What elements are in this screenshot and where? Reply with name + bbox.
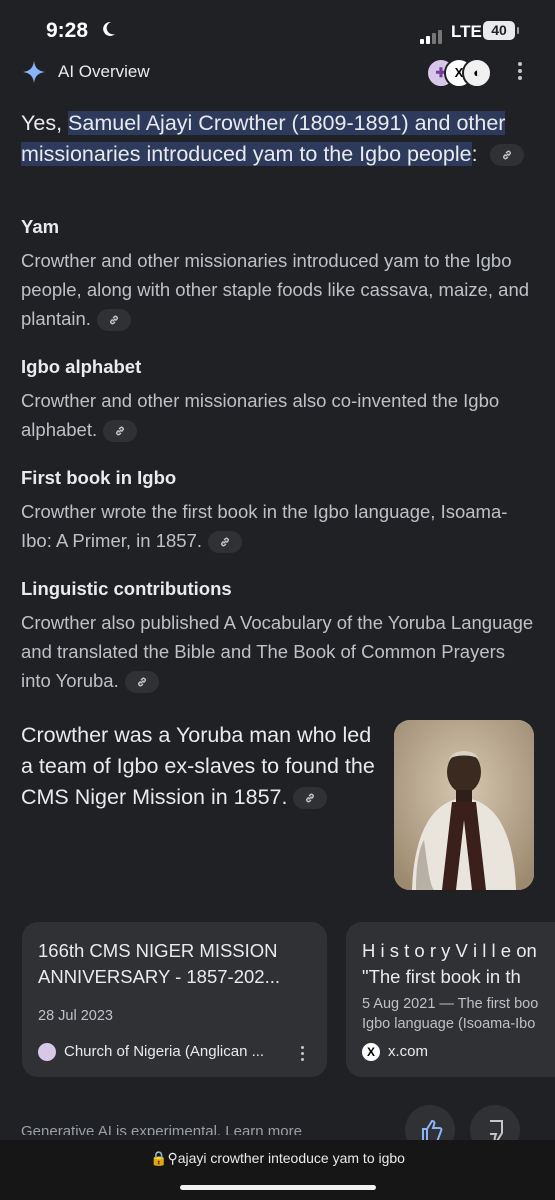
overview-intro: Yes, Samuel Ajayi Crowther (1809-1891) a… bbox=[21, 108, 536, 170]
link-icon[interactable] bbox=[103, 420, 138, 443]
clock: 9:28 bbox=[46, 19, 89, 42]
gemini-spark-icon bbox=[23, 61, 45, 83]
ai-overview-header: AI Overview ✚ X ◐ bbox=[22, 58, 537, 88]
section-body: Crowther wrote the first book in the Igb… bbox=[21, 497, 536, 555]
section-body: Crowther and other missionaries introduc… bbox=[21, 246, 536, 333]
more-vert-icon[interactable] bbox=[516, 62, 524, 82]
more-vert-icon[interactable] bbox=[301, 1046, 305, 1064]
moon-icon bbox=[103, 21, 115, 36]
link-icon[interactable] bbox=[489, 144, 524, 167]
link-icon[interactable] bbox=[293, 787, 328, 810]
x-favicon-icon: X bbox=[362, 1043, 380, 1062]
crowther-note: Crowther was a Yoruba man who led a team… bbox=[21, 723, 375, 810]
section-first-book: First book in Igbo Crowther wrote the fi… bbox=[21, 466, 536, 555]
card-title: H i s t o r y V i l l e on "The first boo… bbox=[362, 940, 537, 987]
section-body: Crowther and other missionaries also co-… bbox=[21, 386, 536, 444]
source-card[interactable]: 166th CMS NIGER MISSION ANNIVERSARY - 185… bbox=[22, 922, 327, 1077]
network-label: LTE bbox=[451, 22, 482, 41]
ai-overview-title: AI Overview bbox=[58, 62, 150, 81]
highlighted-answer: Samuel Ajayi Crowther (1809-1891) and ot… bbox=[21, 111, 506, 166]
address-bar[interactable]: 🔒⚲ajayi crowther inteoduce yam to igbo bbox=[0, 1150, 555, 1167]
link-icon[interactable] bbox=[96, 309, 131, 332]
church-favicon-icon bbox=[38, 1043, 56, 1062]
source-favicon-icon: ◐ bbox=[462, 58, 492, 88]
section-yam: Yam Crowther and other missionaries intr… bbox=[21, 215, 536, 333]
section-linguistic: Linguistic contributions Crowther also p… bbox=[21, 577, 536, 695]
section-igbo-alphabet: Igbo alphabet Crowther and other mission… bbox=[21, 355, 536, 444]
battery-icon: 40 bbox=[483, 21, 519, 40]
lock-icon: 🔒 bbox=[150, 1150, 168, 1166]
source-card[interactable]: H i s t o r y V i l l e on "The first boo… bbox=[346, 922, 555, 1077]
section-body: Crowther also published A Vocabulary of … bbox=[21, 608, 536, 695]
footer-note[interactable]: Generative AI is experimental. Learn mor… bbox=[21, 1123, 302, 1135]
section-heading: Linguistic contributions bbox=[21, 578, 232, 599]
home-indicator[interactable] bbox=[180, 1185, 376, 1190]
browser-bottom-bar bbox=[0, 1140, 555, 1200]
link-icon[interactable] bbox=[124, 671, 159, 694]
url-text: ajayi crowther inteoduce yam to igbo bbox=[177, 1150, 405, 1166]
source-favicons[interactable]: ✚ X ◐ bbox=[426, 58, 494, 88]
card-source: Xx.com bbox=[362, 1043, 428, 1062]
crowther-portrait-image[interactable] bbox=[394, 720, 534, 890]
status-bar: 9:28 LTE 40 bbox=[0, 0, 555, 62]
signal-icon bbox=[420, 26, 444, 44]
link-icon[interactable] bbox=[208, 531, 242, 554]
card-date: 28 Jul 2023 bbox=[38, 1008, 113, 1024]
card-snippet: 5 Aug 2021 — The first boo Igbo language … bbox=[362, 996, 539, 1032]
card-source: Church of Nigeria (Anglican ... bbox=[38, 1043, 264, 1062]
section-heading: Yam bbox=[21, 216, 60, 237]
card-title: 166th CMS NIGER MISSION ANNIVERSARY - 185… bbox=[38, 940, 280, 987]
section-heading: First book in Igbo bbox=[21, 467, 177, 488]
section-heading: Igbo alphabet bbox=[21, 356, 142, 377]
search-icon: ⚲ bbox=[167, 1150, 178, 1166]
